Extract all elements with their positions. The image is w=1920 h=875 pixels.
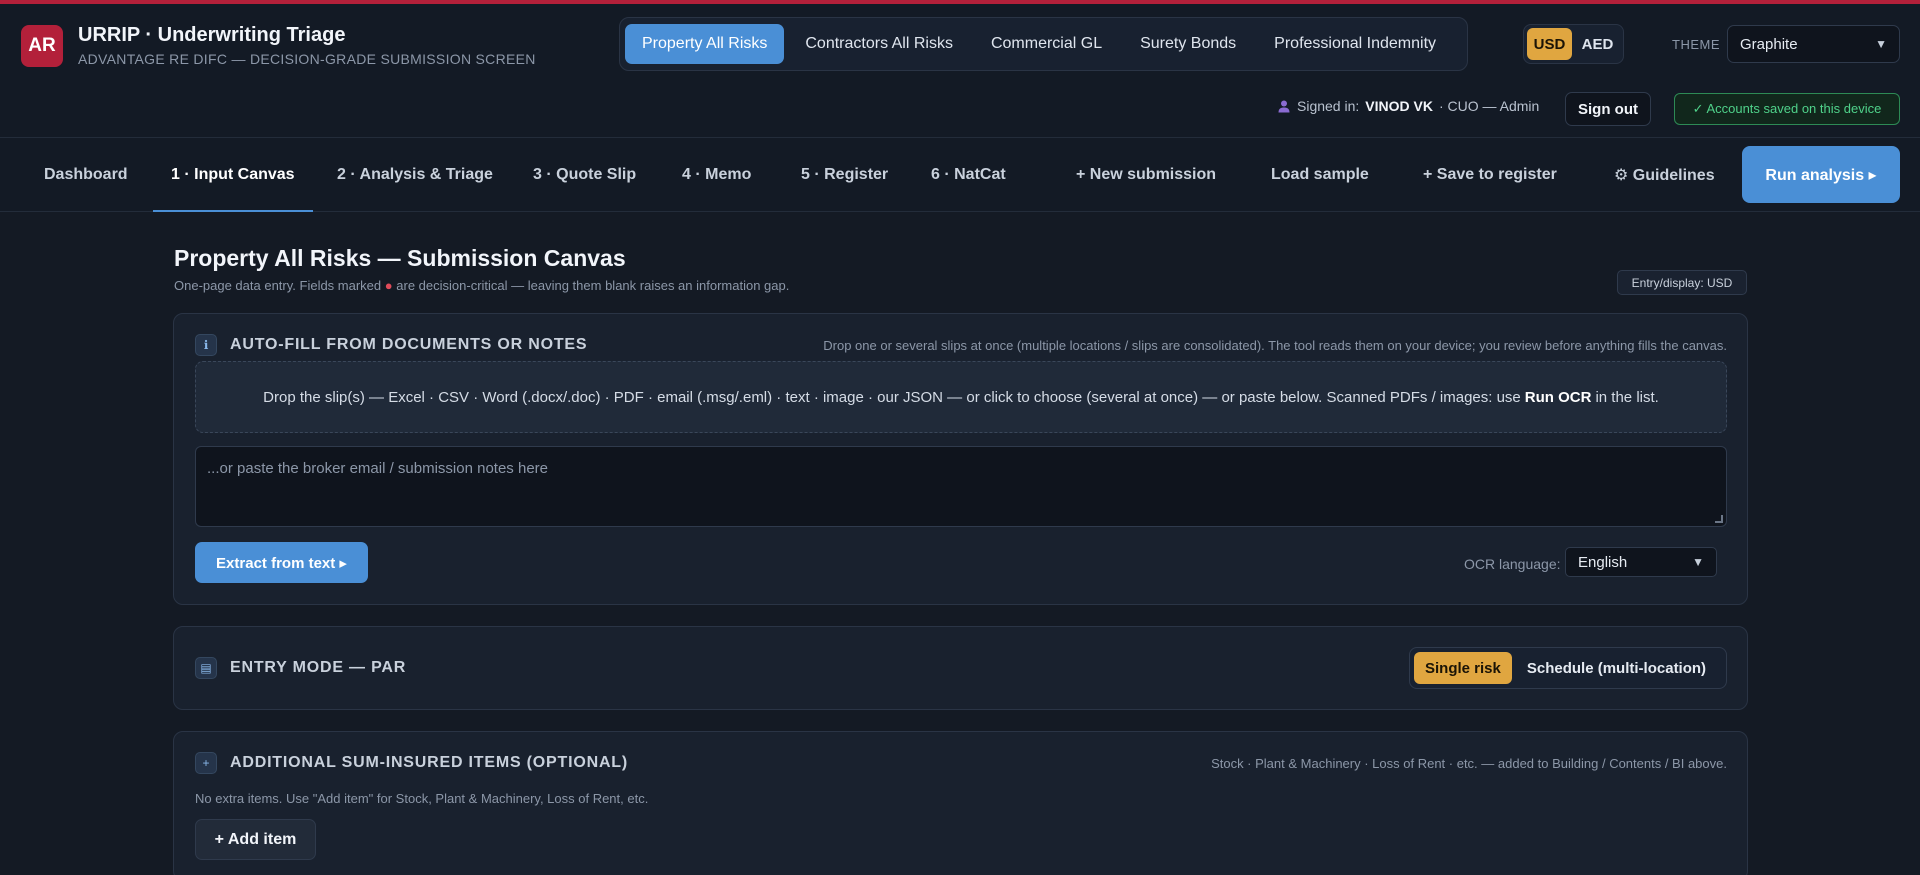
notes-placeholder: ...or paste the broker email / submissio…	[207, 460, 549, 477]
tab-contractors-all-risks[interactable]: Contractors All Risks	[788, 24, 970, 64]
main-nav: Dashboard 1 · Input Canvas 2 · Analysis …	[0, 138, 1920, 212]
signed-in-user: VINOD VK	[1365, 98, 1433, 114]
page-title: Property All Risks — Submission Canvas	[174, 245, 626, 271]
single-risk-button[interactable]: Single risk	[1414, 652, 1512, 684]
load-sample-button[interactable]: Load sample	[1271, 138, 1369, 212]
currency-toggle: USD AED	[1523, 24, 1624, 64]
nav-register[interactable]: 5 · Register	[801, 138, 888, 212]
autofill-panel: ℹ AUTO-FILL FROM DOCUMENTS OR NOTES Drop…	[173, 313, 1748, 605]
nav-dashboard[interactable]: Dashboard	[44, 138, 128, 212]
entry-mode-panel: ▤ ENTRY MODE — PAR Single risk Schedule …	[173, 626, 1748, 710]
app-subtitle: ADVANTAGE RE DIFC — DECISION-GRADE SUBMI…	[78, 51, 536, 67]
signed-in-info: Signed in: VINOD VK · CUO — Admin	[1277, 98, 1539, 114]
tab-surety-bonds[interactable]: Surety Bonds	[1123, 24, 1253, 64]
tab-property-all-risks[interactable]: Property All Risks	[625, 24, 785, 64]
nav-input-canvas[interactable]: 1 · Input Canvas	[153, 138, 313, 212]
entry-mode-toggle: Single risk Schedule (multi-location)	[1409, 647, 1727, 689]
user-icon	[1278, 100, 1290, 113]
autofill-note: Drop one or several slips at once (multi…	[823, 338, 1727, 353]
signed-in-role: · CUO — Admin	[1438, 98, 1540, 114]
nav-analysis-triage[interactable]: 2 · Analysis & Triage	[337, 138, 493, 212]
ocr-language-select[interactable]: English ▼	[1565, 547, 1717, 577]
additional-items-title: ADDITIONAL SUM-INSURED ITEMS (OPTIONAL)	[230, 754, 629, 771]
theme-select[interactable]: Graphite ▼	[1727, 25, 1900, 63]
run-ocr-hint: Run OCR	[1524, 388, 1592, 406]
tab-commercial-gl[interactable]: Commercial GL	[974, 24, 1119, 64]
info-icon: ℹ	[195, 334, 217, 356]
page-subtitle-before: One-page data entry. Fields marked	[174, 278, 382, 293]
app-title: URRIP · Underwriting Triage	[78, 24, 346, 46]
accounts-saved-badge: ✓ Accounts saved on this device	[1674, 93, 1900, 125]
add-item-button[interactable]: + Add item	[195, 819, 316, 860]
resize-grip-icon[interactable]	[1715, 515, 1723, 523]
app-logo: AR	[21, 25, 63, 67]
currency-aed-button[interactable]: AED	[1575, 28, 1620, 60]
critical-dot-icon: ●	[384, 278, 393, 293]
new-submission-button[interactable]: + New submission	[1076, 138, 1216, 212]
nav-natcat[interactable]: 6 · NatCat	[931, 138, 1006, 212]
additional-items-panel: + ADDITIONAL SUM-INSURED ITEMS (OPTIONAL…	[173, 731, 1748, 875]
ocr-language-value: English	[1578, 553, 1628, 571]
nav-memo[interactable]: 4 · Memo	[682, 138, 751, 212]
save-to-register-button[interactable]: + Save to register	[1423, 138, 1557, 212]
extract-from-text-button[interactable]: Extract from text ▸	[195, 542, 368, 583]
tab-professional-indemnity[interactable]: Professional Indemnity	[1257, 24, 1453, 64]
autofill-title: AUTO-FILL FROM DOCUMENTS OR NOTES	[230, 336, 588, 353]
empty-items-text: No extra items. Use "Add item" for Stock…	[195, 791, 649, 806]
submission-notes-textarea[interactable]: ...or paste the broker email / submissio…	[195, 446, 1727, 527]
drop-text: Drop the slip(s) — Excel · CSV · Word (.…	[263, 388, 1521, 406]
plus-icon: +	[195, 752, 217, 774]
chevron-down-icon: ▼	[1875, 37, 1887, 51]
drop-text-end: in the list.	[1595, 388, 1659, 406]
nav-quote-slip[interactable]: 3 · Quote Slip	[533, 138, 636, 212]
entry-mode-title: ENTRY MODE — PAR	[230, 659, 407, 676]
app-header: AR URRIP · Underwriting Triage ADVANTAGE…	[0, 4, 1920, 138]
line-of-business-tabs: Property All Risks Contractors All Risks…	[619, 17, 1468, 71]
theme-select-value: Graphite	[1740, 35, 1798, 53]
theme-label: THEME	[1672, 37, 1720, 52]
page-subtitle-after: are decision-critical — leaving them bla…	[396, 278, 790, 293]
currency-usd-button[interactable]: USD	[1527, 28, 1572, 60]
sign-out-button[interactable]: Sign out	[1565, 92, 1651, 126]
run-analysis-button[interactable]: Run analysis ▸	[1742, 146, 1900, 203]
file-drop-zone[interactable]: Drop the slip(s) — Excel · CSV · Word (.…	[195, 361, 1727, 433]
chevron-down-icon: ▼	[1692, 555, 1704, 569]
schedule-multi-location-button[interactable]: Schedule (multi-location)	[1516, 652, 1717, 684]
additional-items-note: Stock · Plant & Machinery · Loss of Rent…	[1211, 756, 1727, 771]
guidelines-button[interactable]: ⚙ Guidelines	[1614, 138, 1715, 212]
entry-currency-badge: Entry/display: USD	[1617, 270, 1747, 295]
form-icon: ▤	[195, 657, 217, 679]
signed-in-prefix: Signed in:	[1297, 98, 1360, 114]
page-subtitle: One-page data entry. Fields marked ● are…	[174, 278, 789, 293]
ocr-language-label: OCR language:	[1464, 556, 1561, 572]
